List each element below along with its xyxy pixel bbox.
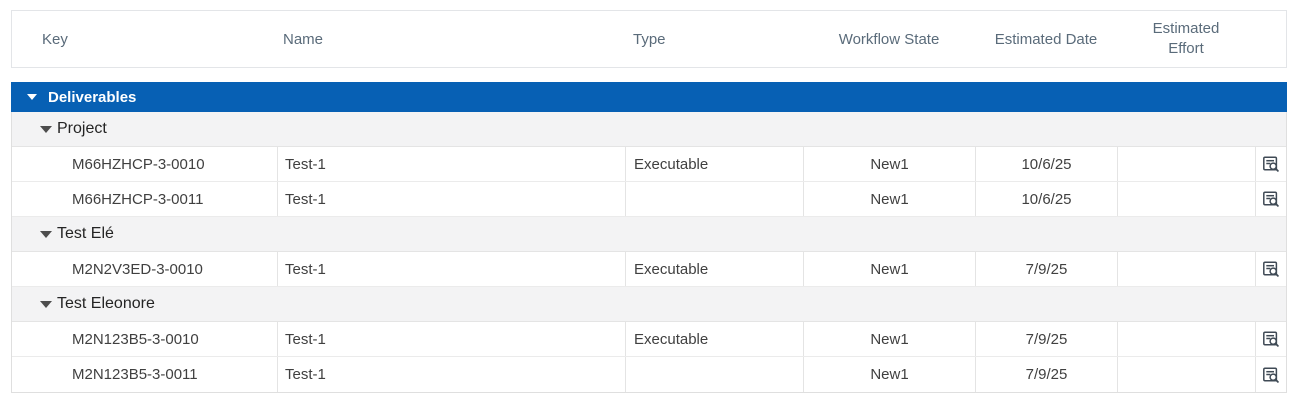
document-preview-icon[interactable]	[1262, 366, 1280, 384]
row-action-cell[interactable]	[1255, 357, 1286, 392]
row-action-cell[interactable]	[1255, 147, 1286, 181]
group-label: Test Eleonore	[57, 295, 155, 313]
cell-estimated-date: 7/9/25	[975, 357, 1117, 392]
cell-workflow-state: New1	[803, 182, 975, 216]
document-preview-icon[interactable]	[1262, 330, 1280, 348]
table-row[interactable]: M66HZHCP-3-0011 Test-1 New1 10/6/25	[12, 182, 1286, 217]
triangle-down-icon[interactable]	[40, 126, 52, 133]
column-header-key: Key	[12, 11, 277, 67]
cell-name: Test-1	[277, 322, 625, 356]
cell-estimated-effort	[1117, 322, 1255, 356]
group-row[interactable]: Test Elé	[12, 217, 1286, 252]
document-preview-icon[interactable]	[1262, 190, 1280, 208]
group-row[interactable]: Test Eleonore	[12, 287, 1286, 322]
table-row[interactable]: M2N2V3ED-3-0010 Test-1 Executable New1 7…	[12, 252, 1286, 287]
group-label: Project	[57, 120, 107, 138]
cell-type: Executable	[625, 252, 803, 286]
column-header-estimated-effort: Estimated Effort	[1117, 11, 1255, 67]
column-header-estimated-date: Estimated Date	[975, 11, 1117, 67]
cell-estimated-date: 7/9/25	[975, 322, 1117, 356]
triangle-down-icon[interactable]	[27, 94, 37, 100]
cell-name: Test-1	[277, 357, 625, 392]
cell-workflow-state: New1	[803, 147, 975, 181]
cell-estimated-date: 10/6/25	[975, 182, 1117, 216]
cell-key: M66HZHCP-3-0011	[12, 182, 277, 216]
column-header-type: Type	[625, 11, 803, 67]
document-preview-icon[interactable]	[1262, 155, 1280, 173]
row-action-cell[interactable]	[1255, 252, 1286, 286]
cell-estimated-effort	[1117, 252, 1255, 286]
section-label: Deliverables	[48, 89, 136, 106]
group-label: Test Elé	[57, 225, 114, 243]
document-preview-icon[interactable]	[1262, 260, 1280, 278]
table-row[interactable]: M2N123B5-3-0011 Test-1 New1 7/9/25	[12, 357, 1286, 392]
cell-key: M2N123B5-3-0010	[12, 322, 277, 356]
column-header-actions	[1255, 11, 1286, 67]
cell-name: Test-1	[277, 182, 625, 216]
triangle-down-icon[interactable]	[40, 301, 52, 308]
cell-key: M66HZHCP-3-0010	[12, 147, 277, 181]
section-header-deliverables[interactable]: Deliverables	[11, 82, 1287, 112]
cell-key: M2N2V3ED-3-0010	[12, 252, 277, 286]
cell-estimated-date: 7/9/25	[975, 252, 1117, 286]
cell-type	[625, 357, 803, 392]
table-row[interactable]: M2N123B5-3-0010 Test-1 Executable New1 7…	[12, 322, 1286, 357]
cell-workflow-state: New1	[803, 322, 975, 356]
cell-workflow-state: New1	[803, 357, 975, 392]
cell-type: Executable	[625, 147, 803, 181]
row-action-cell[interactable]	[1255, 182, 1286, 216]
table-body: Project M66HZHCP-3-0010 Test-1 Executabl…	[11, 112, 1287, 393]
cell-type	[625, 182, 803, 216]
cell-estimated-date: 10/6/25	[975, 147, 1117, 181]
cell-estimated-effort	[1117, 182, 1255, 216]
column-header-name: Name	[277, 11, 625, 67]
cell-name: Test-1	[277, 147, 625, 181]
row-action-cell[interactable]	[1255, 322, 1286, 356]
column-header-workflow-state: Workflow State	[803, 11, 975, 67]
cell-workflow-state: New1	[803, 252, 975, 286]
cell-type: Executable	[625, 322, 803, 356]
cell-estimated-effort	[1117, 147, 1255, 181]
table-row[interactable]: M66HZHCP-3-0010 Test-1 Executable New1 1…	[12, 147, 1286, 182]
cell-name: Test-1	[277, 252, 625, 286]
triangle-down-icon[interactable]	[40, 231, 52, 238]
deliverables-table: Key Name Type Workflow State Estimated D…	[11, 10, 1287, 393]
table-header: Key Name Type Workflow State Estimated D…	[11, 10, 1287, 68]
group-row[interactable]: Project	[12, 112, 1286, 147]
cell-key: M2N123B5-3-0011	[12, 357, 277, 392]
cell-estimated-effort	[1117, 357, 1255, 392]
